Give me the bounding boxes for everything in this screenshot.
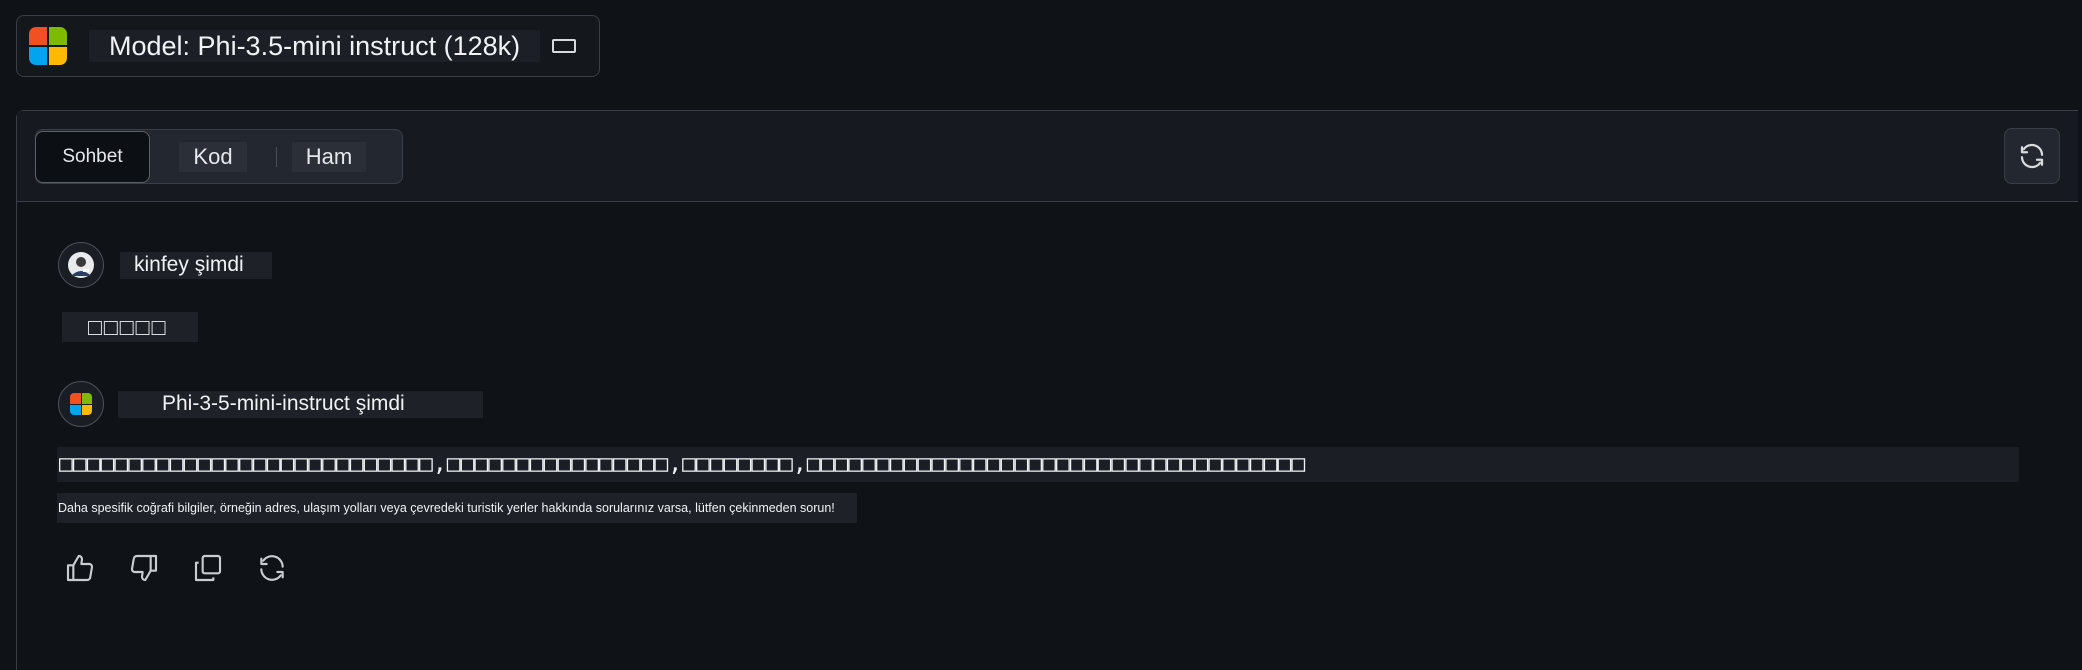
thumbs-down-button[interactable] — [128, 551, 160, 585]
assistant-message-subtext: Daha spesifik coğrafi bilgiler, örneğin … — [57, 493, 857, 523]
regenerate-icon — [260, 555, 284, 581]
tab-kod[interactable]: Kod — [150, 131, 276, 183]
tab-ham[interactable]: Ham — [277, 131, 381, 183]
tab-label: Kod — [179, 141, 247, 172]
model-label: Model: Phi-3.5-mini instruct (128k) — [89, 30, 541, 62]
tab-label: Sohbet — [62, 145, 123, 167]
user-name: kinfey şimdi — [120, 251, 272, 279]
message-actions — [64, 551, 288, 585]
assistant-message-text: □□□□□□□□□□□□□□□□□□□□□□□□□□□,□□□□□□□□□□□□… — [57, 447, 2019, 482]
microsoft-logo-icon — [29, 27, 67, 65]
assistant-name: Phi-3-5-mini-instruct şimdi — [118, 390, 483, 418]
copy-button[interactable] — [192, 551, 224, 585]
view-tabs: Sohbet Kod Ham — [35, 129, 403, 184]
thumbs-up-icon — [66, 554, 94, 582]
assistant-message-header: Phi-3-5-mini-instruct şimdi — [58, 381, 483, 427]
copy-icon — [194, 554, 222, 582]
refresh-button[interactable] — [2004, 128, 2060, 184]
microsoft-logo-icon — [70, 393, 92, 415]
user-message-text: □□□□□ — [62, 312, 198, 342]
thumbs-up-button[interactable] — [64, 551, 96, 585]
tab-label: Ham — [291, 141, 367, 172]
thumbs-down-icon — [130, 554, 158, 582]
avatar — [58, 242, 104, 288]
panel-toggle-icon[interactable] — [552, 39, 577, 53]
refresh-icon — [2020, 143, 2044, 169]
user-message-header: kinfey şimdi — [58, 242, 272, 288]
regenerate-button[interactable] — [256, 551, 288, 585]
user-avatar-icon — [68, 252, 94, 278]
tab-sohbet[interactable]: Sohbet — [35, 130, 150, 183]
model-selector[interactable]: Model: Phi-3.5-mini instruct (128k) — [16, 15, 600, 77]
panel-header: Sohbet Kod Ham — [17, 111, 2078, 202]
avatar — [58, 381, 104, 427]
